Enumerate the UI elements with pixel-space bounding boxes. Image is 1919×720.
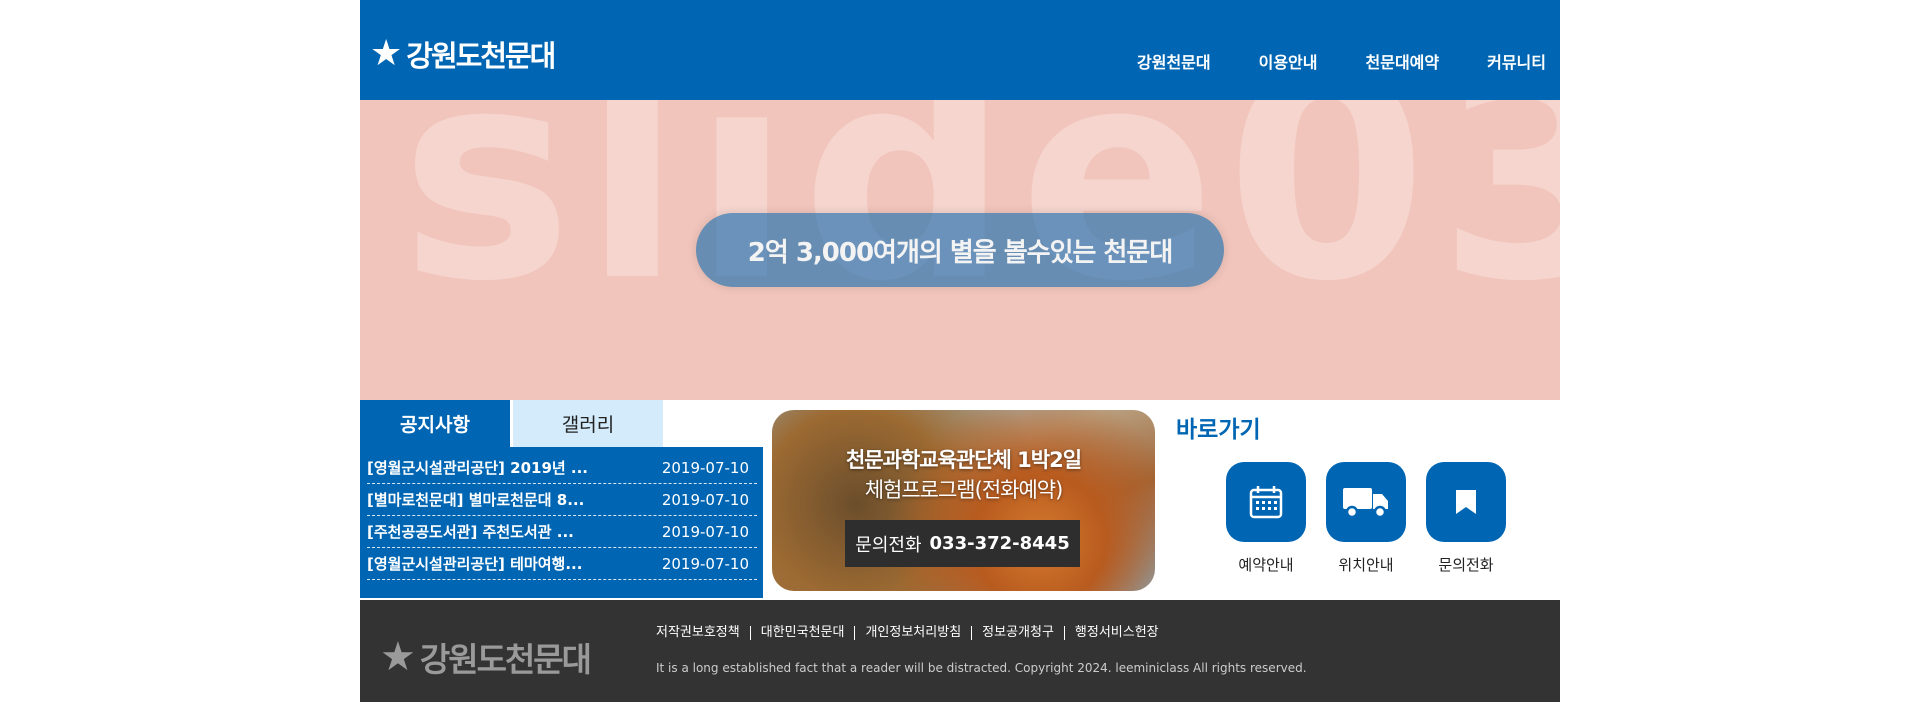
notice-title: [영월군시설관리공단] 2019년 ... bbox=[367, 459, 588, 477]
nav-item-about[interactable]: 강원천문대 bbox=[1137, 49, 1211, 73]
footer-link-privacy[interactable]: 개인정보처리방침 bbox=[854, 626, 971, 640]
notice-date: 2019-07-10 bbox=[661, 490, 749, 509]
footer-link-service-charter[interactable]: 행정서비스헌장 bbox=[1063, 626, 1169, 640]
bookmark-icon bbox=[1456, 490, 1476, 514]
shortcut-icon-box bbox=[1226, 462, 1306, 542]
slide-watermark: slide03 bbox=[400, 100, 1560, 322]
shortcut-reservation[interactable]: 예약안내 bbox=[1226, 462, 1306, 575]
shortcut-label: 예약안내 bbox=[1238, 556, 1294, 574]
star-icon: ★ bbox=[370, 33, 402, 74]
notice-tabs: 공지사항 갤러리 bbox=[360, 400, 760, 447]
copyright-text: It is a long established fact that a rea… bbox=[656, 661, 1307, 675]
tab-gallery[interactable]: 갤러리 bbox=[513, 400, 663, 447]
logo-text: 강원도천문대 bbox=[406, 39, 556, 73]
footer-link-copyright-policy[interactable]: 저작권보호정책 bbox=[656, 626, 750, 640]
notice-list: [영월군시설관리공단] 2019년 ... 2019-07-10 [별마로천문대… bbox=[360, 447, 763, 598]
hero-slider: slide03 2억 3,000여개의 별을 볼수있는 천문대 bbox=[360, 100, 1560, 400]
shortcut-contact[interactable]: 문의전화 bbox=[1426, 462, 1506, 575]
nav-item-community[interactable]: 커뮤니티 bbox=[1487, 49, 1546, 73]
notice-date: 2019-07-10 bbox=[661, 522, 749, 541]
notice-date: 2019-07-10 bbox=[661, 458, 749, 477]
footer-link-observatory[interactable]: 대한민국천문대 bbox=[749, 626, 855, 640]
page-wrapper: ★ 강원도천문대 강원천문대 이용안내 천문대예약 커뮤니티 slide03 2… bbox=[360, 0, 1560, 720]
tab-notice[interactable]: 공지사항 bbox=[360, 400, 510, 447]
header: ★ 강원도천문대 강원천문대 이용안내 천문대예약 커뮤니티 bbox=[360, 0, 1560, 100]
banner-phone: 문의전화 033-372-8445 bbox=[845, 520, 1080, 567]
star-icon: ★ bbox=[380, 634, 416, 680]
nav-item-reservation[interactable]: 천문대예약 bbox=[1366, 49, 1440, 73]
phone-number: 033-372-8445 bbox=[929, 533, 1070, 554]
notice-title: [별마로천문대] 별마로천문대 8... bbox=[367, 491, 585, 509]
notice-item[interactable]: [영월군시설관리공단] 2019년 ... 2019-07-10 bbox=[367, 452, 757, 484]
slide-caption: 2억 3,000여개의 별을 볼수있는 천문대 bbox=[696, 213, 1224, 287]
shortcut-icon-box bbox=[1426, 462, 1506, 542]
footer-links: 저작권보호정책 대한민국천문대 개인정보처리방침 정보공개청구 행정서비스헌장 bbox=[656, 626, 1169, 640]
notice-item[interactable]: [영월군시설관리공단] 테마여행... 2019-07-10 bbox=[367, 548, 757, 580]
notice-item[interactable]: [별마로천문대] 별마로천문대 8... 2019-07-10 bbox=[367, 484, 757, 516]
notice-date: 2019-07-10 bbox=[661, 554, 749, 573]
footer-logo-text: 강원도천문대 bbox=[419, 640, 592, 679]
notice-item[interactable]: [주천공공도서관] 주천도서관 ... 2019-07-10 bbox=[367, 516, 757, 548]
calendar-icon bbox=[1249, 486, 1283, 519]
banner-title: 천문과학교육관단체 1박2일 bbox=[845, 448, 1082, 472]
shortcut-label: 위치안내 bbox=[1338, 556, 1394, 574]
footer: ★ 강원도천문대 저작권보호정책 대한민국천문대 개인정보처리방침 정보공개청구… bbox=[360, 600, 1560, 702]
logo[interactable]: ★ 강원도천문대 bbox=[370, 33, 556, 75]
main-nav: 강원천문대 이용안내 천문대예약 커뮤니티 bbox=[1089, 49, 1546, 73]
footer-logo: ★ 강원도천문대 bbox=[380, 633, 592, 681]
footer-link-info-request[interactable]: 정보공개청구 bbox=[971, 626, 1064, 640]
notice-title: [주천공공도서관] 주천도서관 ... bbox=[367, 523, 574, 541]
shortcut-location[interactable]: 위치안내 bbox=[1326, 462, 1406, 575]
phone-label: 문의전화 bbox=[855, 534, 922, 556]
program-banner[interactable]: 천문과학교육관단체 1박2일 체험프로그램(전화예약) 문의전화 033-372… bbox=[772, 410, 1155, 591]
shortcut-title: 바로가기 bbox=[1176, 417, 1261, 443]
shortcut-icon-box bbox=[1326, 462, 1406, 542]
shortcut-list: 예약안내 위치안내 문의전화 bbox=[1226, 462, 1526, 575]
nav-item-guide[interactable]: 이용안내 bbox=[1259, 49, 1318, 73]
truck-icon bbox=[1343, 488, 1388, 519]
banner-subtitle: 체험프로그램(전화예약) bbox=[864, 478, 1064, 502]
notice-title: [영월군시설관리공단] 테마여행... bbox=[367, 555, 583, 573]
shortcut-label: 문의전화 bbox=[1438, 556, 1494, 574]
